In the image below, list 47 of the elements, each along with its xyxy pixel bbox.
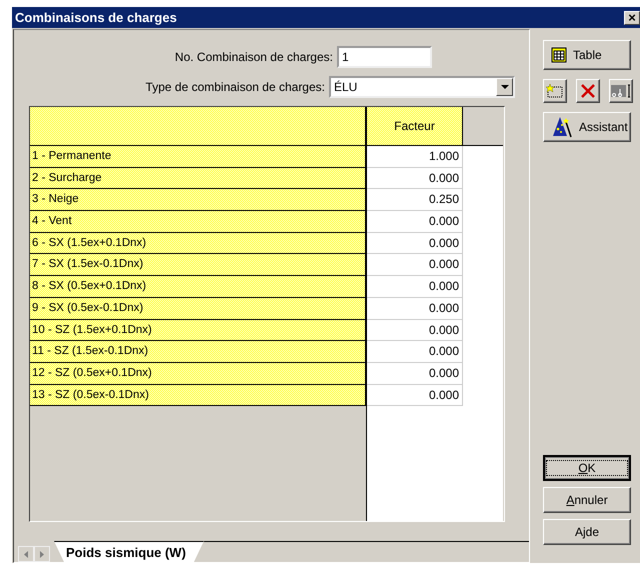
factor-cell[interactable]: 0.250 [367,189,463,212]
factor-cell[interactable]: 0.000 [367,362,463,385]
load-case-cell: 6 - SX (1.5ex+0.1Dnx) [30,232,366,254]
load-case-cell: 13 - SZ (0.5ex-0.1Dnx) [30,384,366,406]
table-icon [551,47,567,63]
factor-cell[interactable]: 0.000 [367,384,463,406]
dialog-button[interactable]: OK [543,455,631,481]
load-case-cell: 4 - Vent [30,211,366,233]
new-item-icon [546,83,564,99]
load-case-cell: 11 - SZ (1.5ex-0.1Dnx) [30,341,366,363]
delete-button[interactable] [576,79,600,103]
factor-cell[interactable]: 0.000 [367,254,463,276]
dialog-button[interactable]: Ajde [543,519,631,545]
wizard-hat-icon [551,116,573,138]
dialog-button[interactable]: Annuler [543,487,631,513]
rename-button[interactable] [609,79,633,103]
combination-type-dropdown[interactable]: ÉLU [329,76,515,98]
scroll-left-button[interactable] [18,546,34,562]
dropdown-button[interactable] [496,78,513,96]
new-button[interactable] [543,79,567,103]
load-case-cell: 2 - Surcharge [30,168,366,190]
close-button[interactable]: × [624,10,640,24]
rename-icon [611,84,631,98]
table-button[interactable]: Table [543,40,631,70]
factor-cell[interactable]: 0.000 [367,341,463,363]
factor-cell[interactable]: 0.000 [367,211,463,233]
sheet-tab[interactable]: Poids sismique (W) [54,541,204,562]
field-label: Type de combinaison de charges: [146,80,325,94]
factor-cell[interactable]: 0.000 [367,276,463,298]
scroll-right-button[interactable] [34,546,50,562]
factor-cell[interactable]: 0.000 [367,232,463,254]
factor-cell[interactable]: 0.000 [367,298,463,320]
right-arrow-icon [40,550,44,558]
load-case-cell: 8 - SX (0.5ex+0.1Dnx) [30,276,366,298]
factor-cell[interactable]: 0.000 [367,320,463,342]
delete-icon [580,83,596,99]
caret-icon [500,85,508,89]
factor-cell[interactable]: 0.000 [367,168,463,190]
combination-number-field[interactable]: 1 [337,46,432,68]
field-label: No. Combinaison de charges: [174,50,333,64]
factor-cell[interactable]: 1.000 [367,146,463,168]
load-case-cell: 12 - SZ (0.5ex+0.1Dnx) [30,362,366,385]
assistant-button[interactable]: Assistant [543,112,631,142]
load-case-cell: 10 - SZ (1.5ex+0.1Dnx) [30,320,366,342]
left-arrow-icon [24,550,28,558]
window-title: Combinaisons de charges [15,10,177,25]
column-header: Facteur [367,107,463,146]
